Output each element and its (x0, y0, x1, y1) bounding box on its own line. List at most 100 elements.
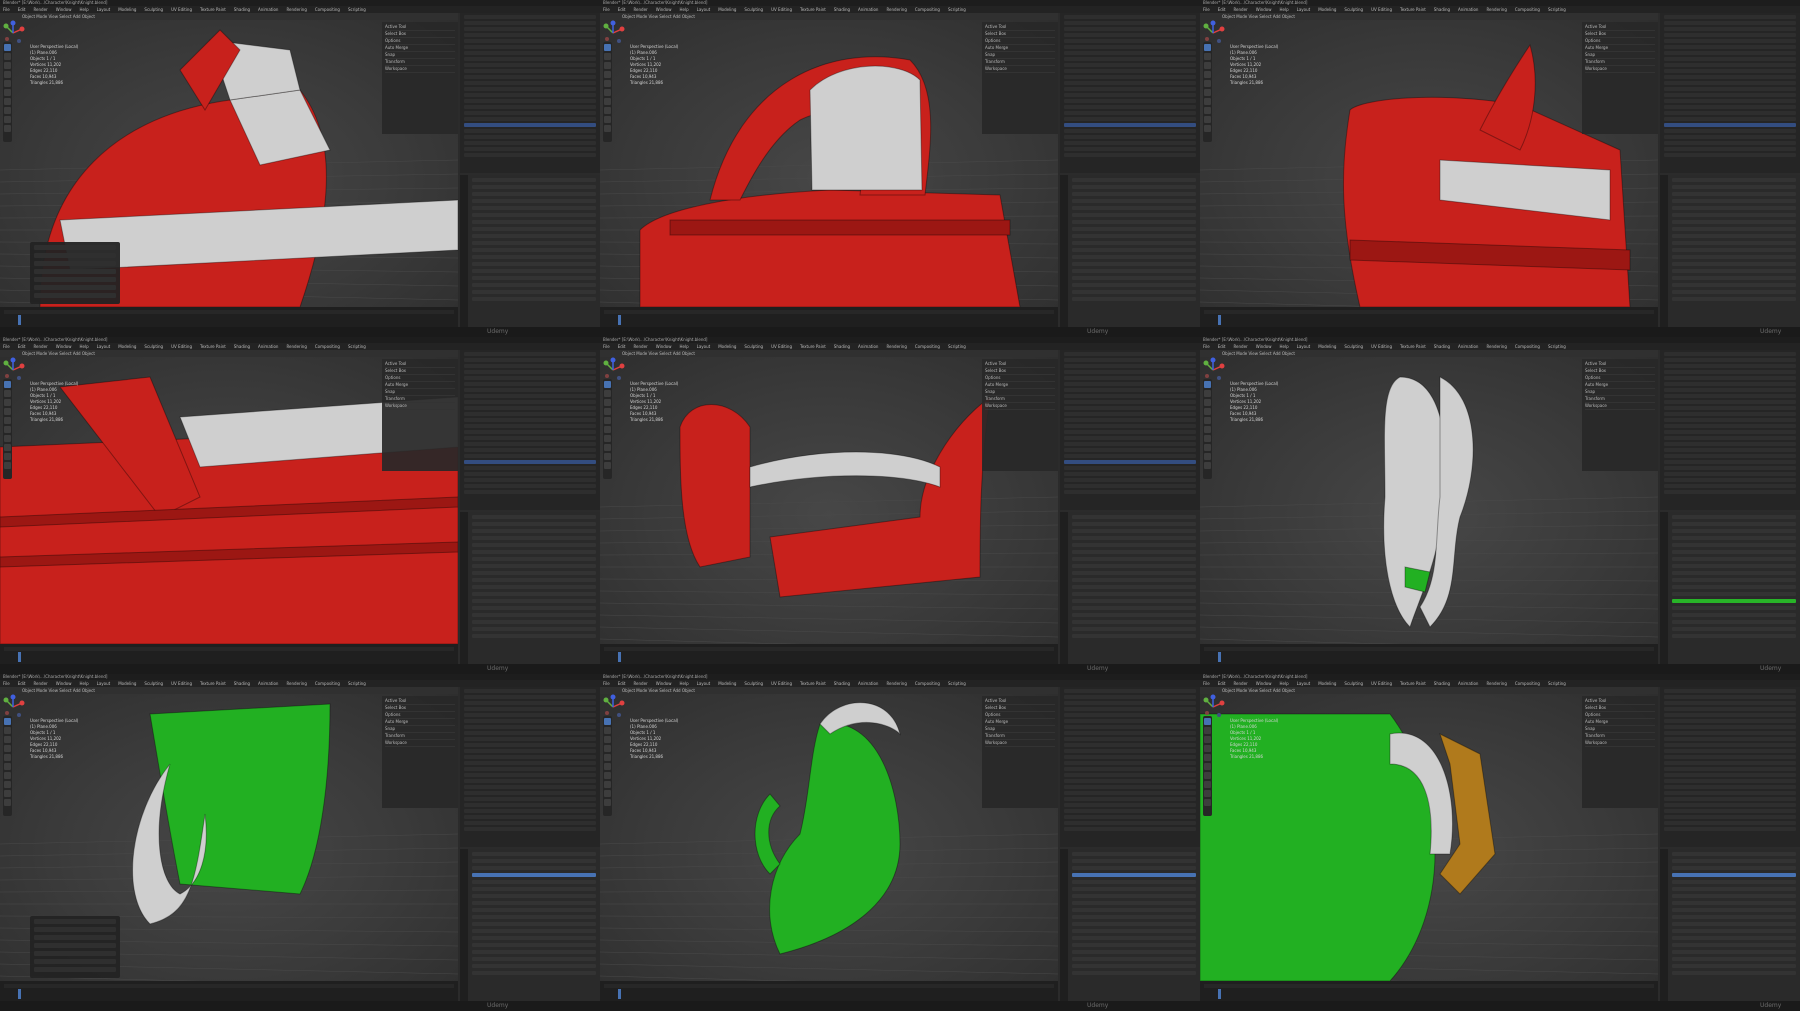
property-field[interactable] (1672, 887, 1796, 891)
measure-tool-button[interactable] (604, 107, 611, 114)
outliner-item[interactable] (1064, 430, 1196, 434)
menu-item[interactable]: Rendering (1486, 344, 1506, 349)
menu-item[interactable]: Scripting (948, 7, 966, 12)
n-panel-row[interactable]: Transform (385, 59, 455, 66)
timeline[interactable] (600, 307, 1058, 327)
outliner-item[interactable] (1064, 412, 1196, 416)
menu-item[interactable]: Shading (834, 344, 850, 349)
property-field[interactable] (1072, 283, 1196, 287)
outliner-item[interactable] (1064, 815, 1196, 819)
menu-item[interactable]: Layout (97, 681, 111, 686)
menu-item[interactable]: Texture Paint (800, 7, 826, 12)
property-field[interactable] (472, 915, 596, 919)
transform-tool-button[interactable] (604, 426, 611, 433)
outliner-item[interactable] (1064, 135, 1196, 139)
outliner-item[interactable] (1064, 755, 1196, 759)
property-field[interactable] (472, 908, 596, 912)
cursor-tool-button[interactable] (1204, 53, 1211, 60)
menu-item[interactable]: Layout (1297, 681, 1311, 686)
timeline[interactable] (600, 981, 1058, 1001)
menu-item[interactable]: Edit (18, 681, 26, 686)
outliner-item[interactable] (1664, 761, 1796, 765)
outliner-item[interactable] (1664, 478, 1796, 482)
property-field[interactable] (472, 283, 596, 287)
menu-item[interactable]: Texture Paint (200, 7, 226, 12)
menu-item[interactable]: Edit (1218, 344, 1226, 349)
property-field[interactable] (1672, 852, 1796, 856)
n-panel-row[interactable]: Workspace (385, 403, 455, 410)
rotate-tool-button[interactable] (4, 71, 11, 78)
loop-cut-tool-button[interactable] (4, 125, 11, 132)
property-field[interactable] (472, 550, 596, 554)
menu-item[interactable]: UV Editing (771, 344, 792, 349)
menu-item[interactable]: Window (1256, 7, 1272, 12)
menu-item[interactable]: File (1203, 7, 1210, 12)
property-field[interactable] (472, 199, 596, 203)
operator-option[interactable] (34, 951, 116, 956)
menu-item[interactable]: Help (679, 681, 688, 686)
menu-item[interactable]: Texture Paint (800, 344, 826, 349)
menu-item[interactable]: UV Editing (1371, 344, 1392, 349)
property-field[interactable] (1072, 873, 1196, 877)
outliner-item[interactable] (1664, 749, 1796, 753)
property-field[interactable] (1072, 178, 1196, 182)
menu-item[interactable]: Shading (834, 681, 850, 686)
outliner-item[interactable] (464, 695, 596, 699)
menu-item[interactable]: Shading (234, 344, 250, 349)
property-field[interactable] (472, 971, 596, 975)
menu-item[interactable]: Window (1256, 344, 1272, 349)
annotate-tool-button[interactable] (604, 98, 611, 105)
menu-item[interactable]: Animation (258, 681, 278, 686)
menu-item[interactable]: Texture Paint (200, 344, 226, 349)
menu-item[interactable]: UV Editing (171, 7, 192, 12)
property-field[interactable] (472, 297, 596, 301)
loop-cut-tool-button[interactable] (1204, 462, 1211, 469)
menu-item[interactable]: Window (656, 7, 672, 12)
outliner-item[interactable] (1064, 27, 1196, 31)
property-field[interactable] (472, 262, 596, 266)
menu-item[interactable]: Shading (234, 681, 250, 686)
n-panel-row[interactable]: Select Box (1585, 31, 1655, 38)
extrude-tool-button[interactable] (4, 116, 11, 123)
menu-item[interactable]: Render (633, 7, 647, 12)
property-field[interactable] (1072, 887, 1196, 891)
property-field[interactable] (1072, 192, 1196, 196)
measure-tool-button[interactable] (1204, 781, 1211, 788)
n-panel-row[interactable]: Options (385, 375, 455, 382)
menu-item[interactable]: Edit (618, 344, 626, 349)
property-field[interactable] (1672, 522, 1796, 526)
property-field[interactable] (1672, 585, 1796, 589)
menu-item[interactable]: Sculpting (744, 681, 763, 686)
mesh-part-red2[interactable] (669, 219, 1011, 236)
property-field[interactable] (1072, 255, 1196, 259)
menu-item[interactable]: Rendering (1486, 681, 1506, 686)
operator-option[interactable] (34, 293, 116, 298)
properties-tabs[interactable] (1660, 175, 1668, 327)
transform-tool-button[interactable] (1204, 426, 1211, 433)
outliner[interactable] (1060, 13, 1200, 173)
property-field[interactable] (472, 529, 596, 533)
property-field[interactable] (1672, 950, 1796, 954)
menu-item[interactable]: Animation (1458, 681, 1478, 686)
timeline-controls[interactable] (1204, 647, 1654, 651)
outliner-item[interactable] (1664, 370, 1796, 374)
outliner-item[interactable] (464, 454, 596, 458)
sidebar-n-panel[interactable]: Active Tool Select Box Options Auto Merge Sn… (982, 359, 1058, 471)
menu-item[interactable]: Compositing (315, 7, 340, 12)
property-field[interactable] (1072, 634, 1196, 638)
outliner-item[interactable] (1664, 719, 1796, 723)
property-field[interactable] (472, 241, 596, 245)
outliner-item[interactable] (1664, 99, 1796, 103)
outliner-item[interactable] (1664, 725, 1796, 729)
outliner-item[interactable] (464, 382, 596, 386)
n-panel-row[interactable]: Auto Merge (1585, 719, 1655, 726)
measure-tool-button[interactable] (4, 107, 11, 114)
n-panel-row[interactable]: Workspace (385, 66, 455, 73)
menu-item[interactable]: Animation (1458, 7, 1478, 12)
annotate-tool-button[interactable] (1204, 435, 1211, 442)
property-field[interactable] (472, 269, 596, 273)
outliner-item[interactable] (1064, 791, 1196, 795)
transform-tool-button[interactable] (604, 89, 611, 96)
property-field[interactable] (472, 859, 596, 863)
menu-item[interactable]: Window (656, 681, 672, 686)
